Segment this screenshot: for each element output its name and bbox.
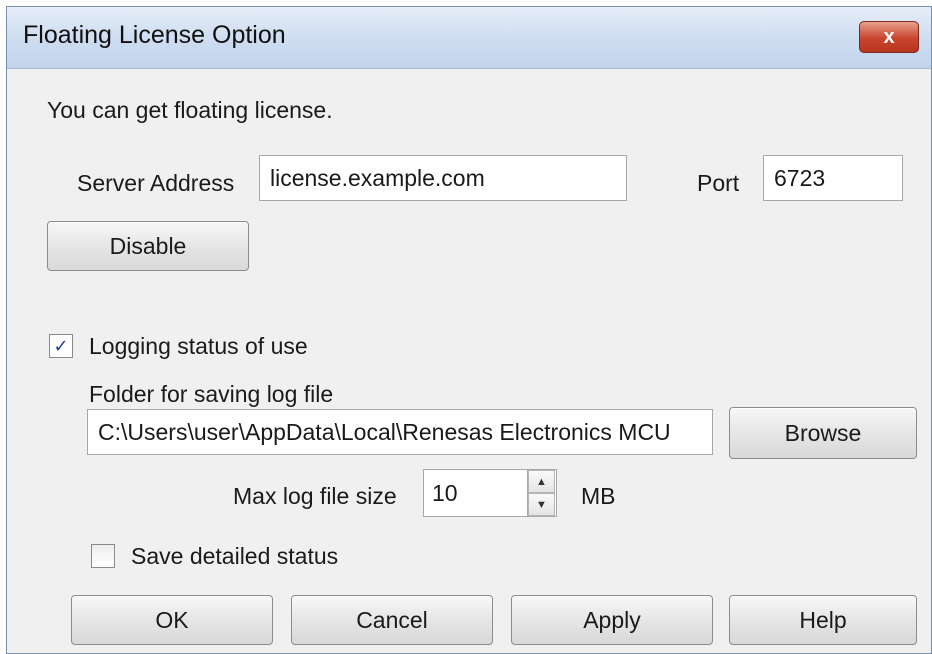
max-log-size-label: Max log file size <box>233 483 397 509</box>
port-input[interactable]: 6723 <box>763 155 903 201</box>
server-address-input[interactable]: license.example.com <box>259 155 627 201</box>
port-label: Port <box>697 170 740 196</box>
log-folder-label: Folder for saving log file <box>89 381 334 407</box>
cancel-button[interactable]: Cancel <box>291 595 493 645</box>
log-folder-input[interactable]: C:\Users\user\AppData\Local\Renesas Elec… <box>87 409 713 455</box>
logging-checkbox-label: Logging status of use <box>89 333 308 359</box>
title-bar: Floating License Option x <box>7 7 931 69</box>
intro-text: You can get floating license. <box>47 97 333 123</box>
browse-button[interactable]: Browse <box>729 407 917 459</box>
max-log-size-unit: MB <box>581 483 616 509</box>
ok-button[interactable]: OK <box>71 595 273 645</box>
logging-checkbox[interactable]: ✓ <box>49 334 73 358</box>
max-log-size-value: 10 <box>432 479 458 506</box>
window-title: Floating License Option <box>23 21 286 49</box>
help-button[interactable]: Help <box>729 595 917 645</box>
close-icon: x <box>883 25 895 48</box>
log-folder-value: C:\Users\user\AppData\Local\Renesas Elec… <box>98 418 671 445</box>
max-log-size-spinner[interactable]: ▲ ▼ <box>527 470 555 516</box>
apply-button[interactable]: Apply <box>511 595 713 645</box>
server-address-label: Server Address <box>77 170 235 196</box>
port-value: 6723 <box>774 164 826 191</box>
server-address-value: license.example.com <box>270 164 485 191</box>
detailed-status-label: Save detailed status <box>131 543 339 569</box>
check-icon: ✓ <box>53 335 69 356</box>
close-button[interactable]: x <box>859 21 919 53</box>
disable-button[interactable]: Disable <box>47 221 249 271</box>
floating-license-dialog: Floating License Option x You can get fl… <box>6 6 932 654</box>
arrow-down-icon[interactable]: ▼ <box>528 493 555 516</box>
detailed-status-checkbox[interactable] <box>91 544 115 568</box>
arrow-up-icon[interactable]: ▲ <box>528 470 555 493</box>
